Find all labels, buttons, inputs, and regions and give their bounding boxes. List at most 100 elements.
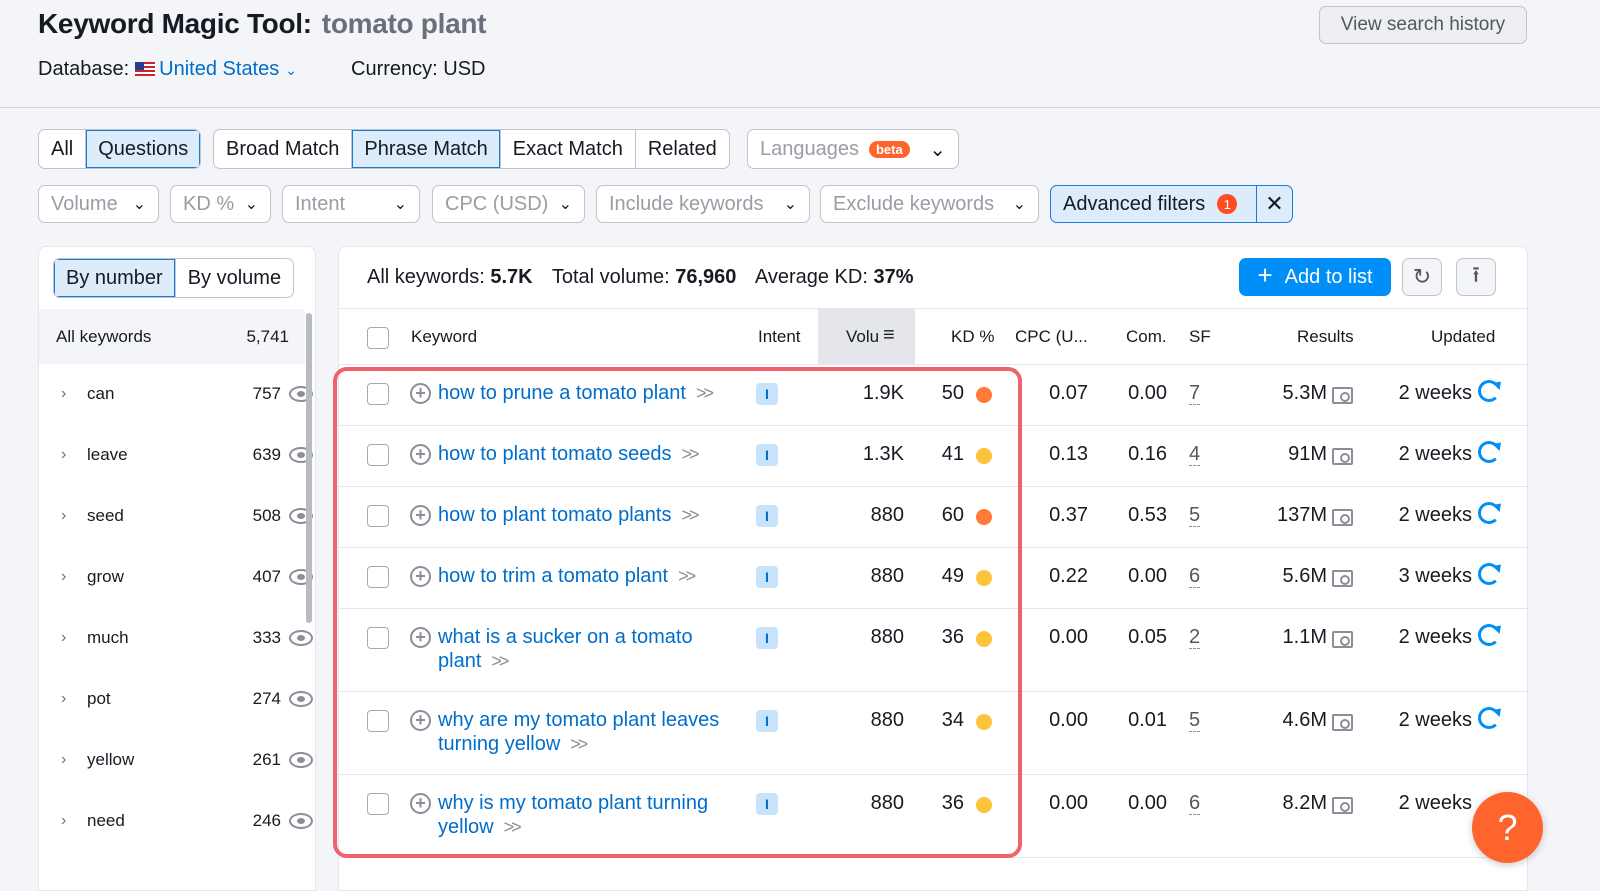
keyword-link[interactable]: + why is my tomato plant turning yellow >> [410,791,731,839]
serp-features-count[interactable]: 5 [1189,709,1201,732]
double-chevron-icon[interactable]: >> [681,444,699,464]
row-checkbox[interactable] [367,627,389,649]
tab-all[interactable]: All [39,130,87,168]
row-checkbox[interactable] [367,793,389,815]
tab-exact-match[interactable]: Exact Match [501,130,636,168]
header-results[interactable]: Results [1297,327,1354,347]
row-checkbox[interactable] [367,444,389,466]
group-item[interactable]: › can 757 [39,363,313,424]
filter-volume[interactable]: Volume ⌄ [38,185,159,223]
header-volume[interactable]: Volu [846,327,879,347]
refresh-icon[interactable] [1478,502,1500,524]
view-search-history-button[interactable]: View search history [1319,6,1527,44]
refresh-icon[interactable] [1478,441,1500,463]
group-item[interactable]: › pot 274 [39,668,313,729]
chevron-right-icon[interactable]: › [39,690,87,708]
chevron-right-icon[interactable]: › [39,446,87,464]
refresh-button[interactable]: ↻ [1402,258,1442,296]
advanced-filters[interactable]: Advanced filters 1 ✕ [1050,185,1293,223]
tab-by-number[interactable]: By number [54,259,176,297]
double-chevron-icon[interactable]: >> [504,817,522,837]
group-item[interactable]: › leave 639 [39,424,313,485]
keyword-link[interactable]: + how to trim a tomato plant >> [410,564,741,588]
serp-icon[interactable] [1332,714,1353,731]
group-item[interactable]: › seed 508 [39,485,313,546]
select-all-checkbox[interactable] [367,327,389,349]
help-button[interactable]: ? [1472,792,1543,863]
advanced-filters-button[interactable]: Advanced filters 1 [1051,186,1257,222]
keyword-link[interactable]: + how to plant tomato plants >> [410,503,741,527]
database-value[interactable]: United States [159,58,279,80]
serp-icon[interactable] [1332,631,1353,648]
database-selector[interactable]: Database: United States ⌄ [38,58,297,81]
tab-broad-match[interactable]: Broad Match [214,130,353,168]
add-to-list-button[interactable]: + Add to list [1239,258,1391,296]
double-chevron-icon[interactable]: >> [678,566,696,586]
add-circle-icon[interactable]: + [410,793,431,814]
double-chevron-icon[interactable]: >> [681,505,699,525]
chevron-right-icon[interactable]: › [39,629,87,647]
add-circle-icon[interactable]: + [410,444,431,465]
keyword-text[interactable]: how to prune a tomato plant [438,382,686,404]
keyword-link[interactable]: + why are my tomato plant leaves turning … [410,708,741,756]
add-circle-icon[interactable]: + [410,627,431,648]
group-item[interactable]: › need 246 [39,790,313,851]
header-updated[interactable]: Updated [1431,327,1495,347]
header-sf[interactable]: SF [1189,327,1211,347]
header-kd[interactable]: KD % [951,327,994,347]
chevron-right-icon[interactable]: › [39,812,87,830]
chevron-down-icon[interactable]: ⌄ [285,62,297,79]
keyword-link[interactable]: + what is a sucker on a tomato plant >> [410,625,731,673]
filter-intent[interactable]: Intent ⌄ [282,185,420,223]
add-circle-icon[interactable]: + [410,505,431,526]
chevron-right-icon[interactable]: › [39,568,87,586]
group-item[interactable]: › yellow 261 [39,729,313,790]
languages-dropdown[interactable]: Languages beta ⌄ [747,129,959,169]
export-button[interactable]: ⭱ [1456,258,1496,296]
keyword-link[interactable]: + how to plant tomato seeds >> [410,442,741,466]
filter-cpc[interactable]: CPC (USD) ⌄ [432,185,585,223]
serp-features-count[interactable]: 5 [1189,504,1201,527]
row-checkbox[interactable] [367,383,389,405]
serp-icon[interactable] [1332,797,1353,814]
serp-icon[interactable] [1332,570,1353,587]
header-intent[interactable]: Intent [758,327,801,347]
clear-filters-icon[interactable]: ✕ [1257,191,1292,217]
filter-exclude-keywords[interactable]: Exclude keywords ⌄ [820,185,1039,223]
serp-icon[interactable] [1332,509,1353,526]
filter-kd[interactable]: KD % ⌄ [170,185,271,223]
keyword-text[interactable]: how to trim a tomato plant [438,565,668,587]
eye-icon[interactable] [289,629,313,646]
keyword-text[interactable]: why is my tomato plant turning yellow [438,792,708,838]
keyword-text[interactable]: what is a sucker on a tomato plant [438,626,693,672]
serp-features-count[interactable]: 4 [1189,443,1201,466]
refresh-icon[interactable] [1478,707,1500,729]
refresh-icon[interactable] [1478,563,1500,585]
filter-include-keywords[interactable]: Include keywords ⌄ [596,185,810,223]
add-circle-icon[interactable]: + [410,383,431,404]
group-item[interactable]: › much 333 [39,607,313,668]
row-checkbox[interactable] [367,505,389,527]
chevron-right-icon[interactable]: › [39,507,87,525]
refresh-icon[interactable] [1478,380,1500,402]
eye-icon[interactable] [289,812,313,829]
sort-icon[interactable]: ≡ [883,324,895,347]
tab-phrase-match[interactable]: Phrase Match [352,130,501,168]
group-item[interactable]: › grow 407 [39,546,313,607]
serp-features-count[interactable]: 6 [1189,792,1201,815]
tab-by-volume[interactable]: By volume [176,259,293,297]
keyword-text[interactable]: how to plant tomato seeds [438,443,671,465]
double-chevron-icon[interactable]: >> [696,383,714,403]
keyword-link[interactable]: + how to prune a tomato plant >> [410,381,741,405]
row-checkbox[interactable] [367,566,389,588]
add-circle-icon[interactable]: + [410,710,431,731]
serp-icon[interactable] [1332,448,1353,465]
chevron-right-icon[interactable]: › [39,751,87,769]
serp-icon[interactable] [1332,387,1353,404]
double-chevron-icon[interactable]: >> [570,734,588,754]
header-com[interactable]: Com. [1126,327,1167,347]
tab-related[interactable]: Related [636,130,729,168]
header-keyword[interactable]: Keyword [411,327,477,347]
refresh-icon[interactable] [1478,624,1500,646]
add-circle-icon[interactable]: + [410,566,431,587]
